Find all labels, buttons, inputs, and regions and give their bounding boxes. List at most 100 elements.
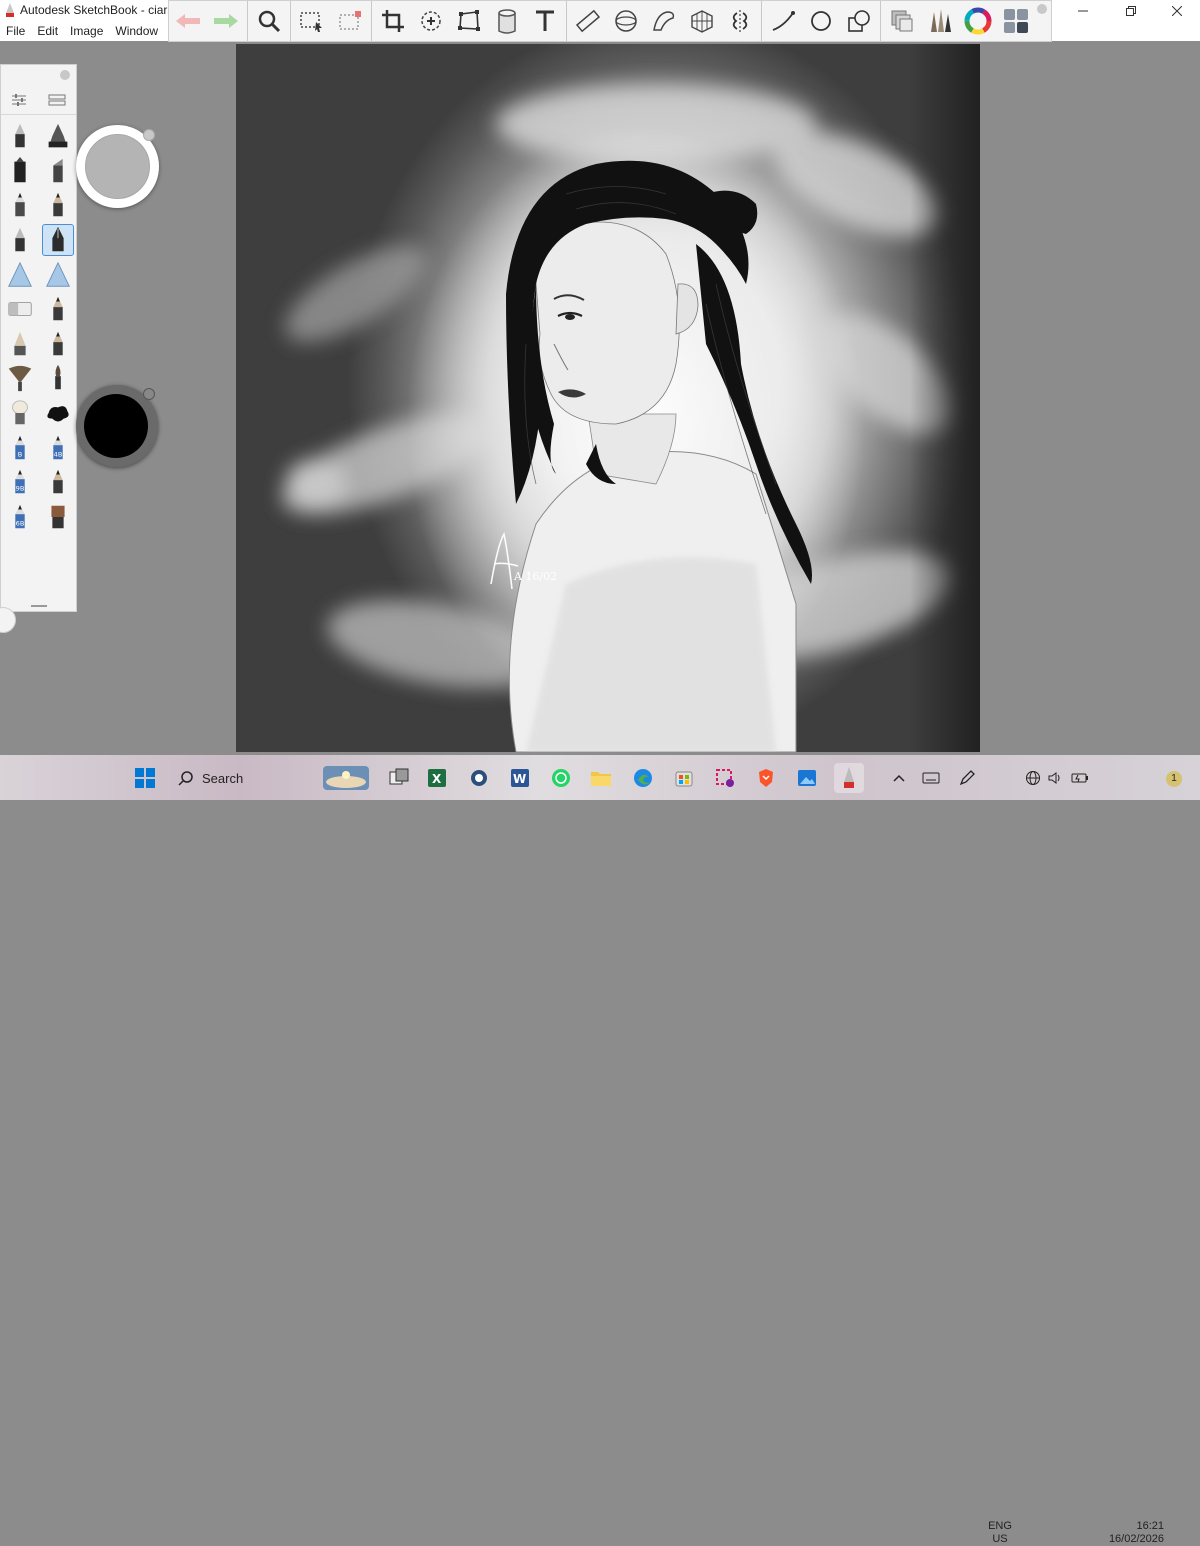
symmetry-button[interactable] [721,1,759,41]
undo-button[interactable] [169,1,207,41]
pen-brush-icon [15,124,25,148]
brush-slot[interactable] [42,501,74,533]
marker-brush-icon [14,156,26,183]
brushes-button[interactable] [921,1,959,41]
crop-button[interactable] [374,1,412,41]
brush-properties-icon[interactable] [10,93,28,107]
drawing-canvas[interactable]: A 16/02 [236,44,980,752]
french-curve-button[interactable] [645,1,683,41]
brush-palette-header[interactable] [1,65,76,85]
signature-text: A 16/02 [513,570,557,583]
brush-slot[interactable] [42,259,74,291]
color-puck-handle[interactable] [143,129,155,141]
shape-button[interactable] [840,1,878,41]
brush-palette-close-dot[interactable] [60,70,70,80]
volume-tray-button[interactable] [1044,763,1066,793]
brush-slot[interactable] [4,293,36,325]
toolbar-close-dot[interactable] [1037,4,1047,14]
word-taskbar-button[interactable]: W [505,763,535,793]
zoom-button[interactable] [250,1,288,41]
brush-slot[interactable] [4,328,36,360]
whatsapp-taskbar-button[interactable] [546,763,576,793]
fill-button[interactable] [488,1,526,41]
battery-tray-button[interactable] [1068,763,1092,793]
file-explorer-taskbar-button[interactable] [586,763,616,793]
brush-palette-grip[interactable] [31,605,47,607]
color-wheel-button[interactable] [959,1,997,41]
perspective-button[interactable] [683,1,721,41]
start-button[interactable] [130,763,160,793]
color-puck[interactable] [76,125,159,208]
menu-edit[interactable]: Edit [31,24,64,38]
brush-slot[interactable] [42,397,74,429]
ruler-button[interactable] [569,1,607,41]
taskbar-search[interactable]: Search [168,763,308,793]
sketchbook-taskbar-button[interactable] [834,763,864,793]
brush-slot[interactable] [42,466,74,498]
brush-library-icon[interactable] [47,93,67,107]
brush-puck-handle[interactable] [143,388,155,400]
taskbar: Search X W ENG US 16:21 16/02/2026 [0,755,1200,1545]
brush-size-puck[interactable] [76,385,158,467]
triangle-brush-icon [8,261,32,287]
distort-button[interactable] [450,1,488,41]
keyboard-tray-button[interactable] [916,763,946,793]
task-view-button[interactable] [384,763,414,793]
text-button[interactable] [526,1,564,41]
photos-taskbar-button[interactable] [792,763,822,793]
brushes-icon [931,9,951,32]
input-language[interactable]: ENG US [982,1520,1018,1546]
brush-slot[interactable]: B [4,432,36,464]
brush-slot[interactable] [4,397,36,429]
brush-slot[interactable] [4,259,36,291]
ellipse-guide-button[interactable] [607,1,645,41]
brush-slot[interactable] [42,362,74,394]
brave-taskbar-button[interactable] [751,763,781,793]
excel-taskbar-button[interactable]: X [422,763,452,793]
brush-size-preview[interactable] [84,394,148,458]
app-taskbar-button[interactable] [464,763,494,793]
menu-file[interactable]: File [0,24,31,38]
canvas-edge-shade [910,44,980,752]
brush-slot[interactable] [4,120,36,152]
circle-button[interactable] [802,1,840,41]
deselect-button[interactable] [331,1,369,41]
network-tray-button[interactable] [1022,763,1044,793]
notification-badge[interactable]: 1 [1166,771,1182,787]
tray-overflow-button[interactable] [884,763,914,793]
snipping-tool-taskbar-button[interactable] [710,763,740,793]
brush-slot[interactable]: 6B [4,501,36,533]
edge-taskbar-button[interactable] [628,763,658,793]
pen-tray-button[interactable] [952,763,982,793]
brush-slot[interactable] [42,293,74,325]
line-button[interactable] [764,1,802,41]
brush-slot[interactable]: 4B [42,432,74,464]
transform-button[interactable] [412,1,450,41]
brush-slot[interactable] [4,224,36,256]
current-color-swatch[interactable] [85,134,150,199]
close-button[interactable] [1154,0,1200,21]
brush-slot[interactable] [42,328,74,360]
redo-button[interactable] [207,1,245,41]
brush-slot[interactable]: 9B [4,466,36,498]
clock[interactable]: 16:21 16/02/2026 [1100,1520,1164,1546]
brush-slot[interactable] [42,224,74,257]
restore-button[interactable] [1108,0,1154,21]
select-button[interactable] [293,1,331,41]
menu-window[interactable]: Window [109,24,164,38]
brush-slot[interactable] [4,189,36,221]
minimize-button[interactable] [1060,0,1106,21]
brush-slot[interactable] [42,189,74,221]
brush-slot[interactable] [4,155,36,187]
widgets-button[interactable] [322,763,370,793]
toolbox-button[interactable] [997,1,1035,41]
store-taskbar-button[interactable] [669,763,699,793]
brush-slot[interactable] [42,155,74,187]
menu-image[interactable]: Image [64,24,109,38]
brush-slot[interactable] [4,362,36,394]
pencil-brush-icon: 9B [15,470,25,494]
windows-start-icon [135,768,155,788]
layers-button[interactable] [883,1,921,41]
brush-slot[interactable] [42,120,74,152]
battery-icon [1071,773,1088,783]
